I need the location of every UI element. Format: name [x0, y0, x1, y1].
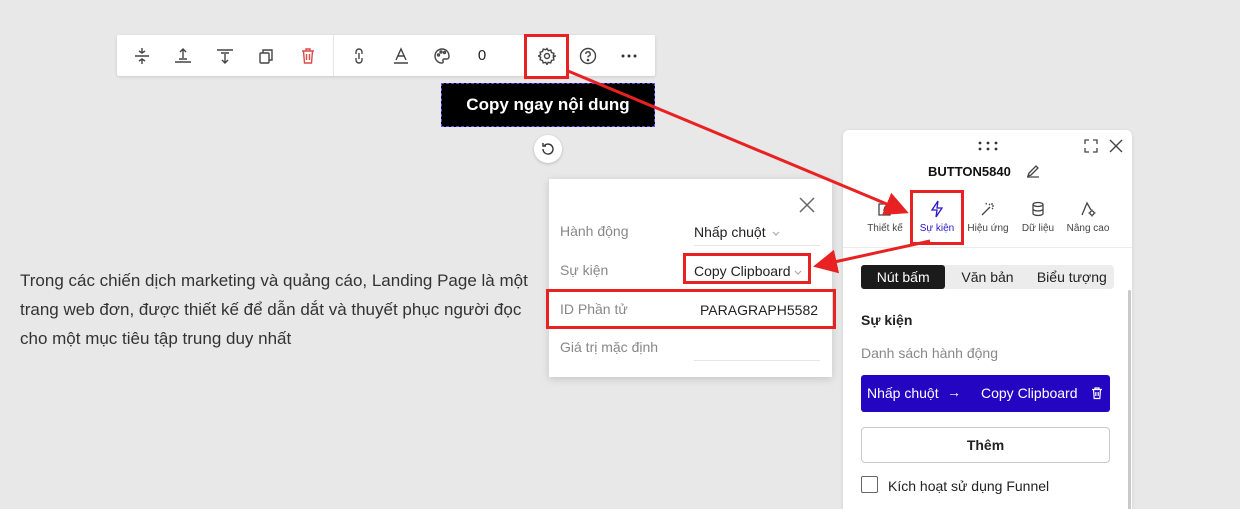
layer-count: 0	[477, 47, 487, 64]
trash-icon[interactable]	[1090, 386, 1104, 400]
segment-button[interactable]: Nút bấm	[861, 265, 946, 289]
event-popup: Hành động Nhấp chuột Sự kiện Copy Clipbo…	[549, 179, 832, 377]
tab-events-label: Sự kiện	[919, 223, 955, 234]
tab-events[interactable]: Sự kiện	[909, 198, 965, 234]
section-title: Sự kiện	[861, 312, 913, 328]
element-id-field[interactable]: PARAGRAPH5582	[700, 302, 818, 318]
tab-effects-label: Hiệu ứng	[967, 223, 1009, 234]
tab-advanced-label: Nâng cao	[1066, 223, 1110, 234]
chevron-down-icon	[794, 270, 802, 275]
segment-icon[interactable]: Biểu tượng	[1030, 265, 1114, 289]
section-subtitle: Danh sách hành động	[861, 345, 998, 361]
add-action-button[interactable]: Thêm	[861, 427, 1110, 463]
element-id-label: ID Phần tử	[560, 301, 628, 317]
toolbar-divider	[333, 35, 334, 76]
action-trigger: Nhấp chuột	[867, 385, 939, 401]
settings-icon[interactable]	[527, 35, 567, 76]
text-style-icon[interactable]	[381, 35, 421, 76]
funnel-checkbox-label: Kích hoạt sử dụng Funnel	[888, 478, 1050, 494]
magic-wand-icon	[981, 202, 994, 216]
database-icon	[1032, 201, 1044, 217]
delete-icon[interactable]	[288, 35, 328, 76]
element-toolbar: 0	[117, 35, 655, 76]
action-select[interactable]: Nhấp chuột	[694, 224, 766, 240]
palette-icon[interactable]	[422, 35, 462, 76]
action-item[interactable]: Nhấp chuột → Copy Clipboard	[861, 375, 1110, 412]
close-icon[interactable]	[798, 196, 816, 214]
landing-page-paragraph[interactable]: Trong các chiến dịch marketing và quảng …	[20, 266, 550, 353]
element-type-switcher: Nút bấm Văn bản Biểu tượng	[861, 265, 1114, 289]
panel-scrollbar[interactable]	[1128, 290, 1131, 509]
align-top-icon[interactable]	[163, 35, 203, 76]
more-icon[interactable]	[609, 35, 649, 76]
rotate-icon[interactable]	[534, 135, 562, 163]
default-value-field[interactable]	[694, 339, 820, 357]
align-middle-icon[interactable]	[122, 35, 162, 76]
tab-advanced[interactable]: Nâng cao	[1060, 198, 1116, 234]
tab-data[interactable]: Dữ liệu	[1010, 198, 1066, 234]
duplicate-icon[interactable]	[246, 35, 286, 76]
funnel-checkbox[interactable]	[861, 476, 878, 493]
arrow-right-icon: →	[947, 384, 961, 400]
link-icon[interactable]	[339, 35, 379, 76]
chevron-down-icon	[772, 231, 780, 236]
action-result: Copy Clipboard	[981, 385, 1078, 401]
rename-pencil-icon[interactable]	[1026, 164, 1040, 178]
tab-design-label: Thiết kế	[867, 223, 903, 234]
event-select[interactable]: Copy Clipboard	[694, 263, 791, 279]
event-label: Sự kiện	[560, 262, 609, 278]
close-icon[interactable]	[1109, 139, 1123, 153]
segment-text[interactable]: Văn bản	[945, 265, 1029, 289]
advanced-settings-icon	[1081, 201, 1096, 217]
tab-data-label: Dữ liệu	[1021, 223, 1055, 234]
default-value-label: Giá trị mặc định	[560, 339, 659, 355]
action-label: Hành động	[560, 223, 629, 239]
settings-panel: BUTTON5840 Thiết kế Sự kiện Hiệu ứng Dữ …	[843, 130, 1132, 509]
element-name: BUTTON5840	[928, 164, 1011, 179]
expand-icon[interactable]	[1084, 139, 1098, 153]
tab-effects[interactable]: Hiệu ứng	[960, 198, 1016, 234]
align-bottom-icon[interactable]	[205, 35, 245, 76]
help-icon[interactable]	[568, 35, 608, 76]
copy-content-button[interactable]: Copy ngay nội dung	[441, 83, 655, 127]
drag-handle-icon[interactable]	[976, 140, 1000, 152]
edit-icon	[878, 201, 893, 216]
lightning-icon	[930, 200, 944, 218]
tab-design[interactable]: Thiết kế	[857, 198, 913, 234]
